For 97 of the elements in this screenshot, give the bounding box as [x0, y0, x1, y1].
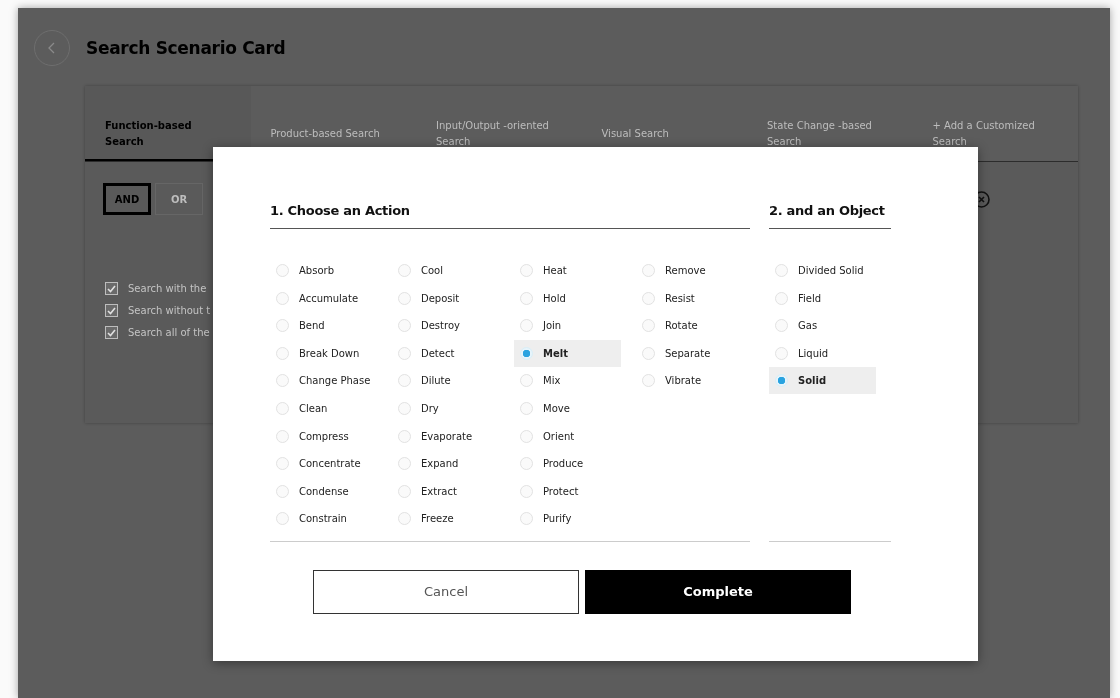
radio-icon — [775, 264, 788, 277]
radio-icon — [642, 264, 655, 277]
option-label: Search without t — [128, 305, 211, 316]
radio-option[interactable]: Mix — [514, 367, 621, 395]
radio-option[interactable]: Move — [514, 394, 621, 422]
radio-option[interactable]: Evaporate — [392, 422, 499, 450]
radio-option[interactable]: Orient — [514, 422, 621, 450]
radio-icon — [520, 319, 533, 333]
checkbox[interactable] — [105, 326, 118, 339]
radio-option[interactable]: Protect — [514, 477, 621, 505]
radio-icon — [520, 346, 533, 360]
radio-icon — [775, 374, 788, 388]
radio-option[interactable]: Dry — [392, 394, 499, 422]
radio-icon — [276, 346, 289, 360]
page-title: Search Scenario Card — [86, 38, 286, 58]
radio-option[interactable]: Gas — [769, 312, 876, 340]
radio-icon — [520, 512, 533, 526]
radio-option[interactable]: Destroy — [392, 312, 499, 340]
radio-icon — [276, 484, 289, 498]
radio-option[interactable]: Remove — [636, 257, 743, 284]
radio-icon — [398, 291, 411, 305]
radio-option[interactable]: Produce — [514, 450, 621, 478]
radio-icon — [276, 429, 289, 443]
radio-option[interactable]: Extract — [392, 477, 499, 505]
radio-option[interactable]: Join — [514, 312, 621, 340]
check-icon — [107, 328, 116, 337]
radio-option[interactable]: Constrain — [270, 505, 377, 533]
search-tab[interactable]: + Add a Customized Search — [912, 86, 1078, 161]
radio-option[interactable]: Detect — [392, 339, 499, 367]
radio-option[interactable]: Divided Solid — [769, 257, 876, 284]
radio-icon — [642, 374, 655, 388]
radio-option[interactable]: Heat — [514, 257, 621, 284]
logic-toggle-button[interactable]: OR — [155, 183, 203, 215]
radio-option[interactable]: Break Down — [270, 339, 377, 367]
radio-icon — [520, 484, 533, 498]
action-heading: 1. Choose an Action — [270, 203, 750, 229]
radio-option[interactable]: Hold — [514, 284, 621, 312]
radio-option[interactable]: Dilute — [392, 367, 499, 395]
cancel-button[interactable]: Cancel — [313, 569, 579, 614]
radio-icon — [276, 291, 289, 305]
radio-option[interactable]: Solid — [769, 367, 876, 395]
radio-option[interactable]: Freeze — [392, 505, 499, 533]
radio-icon — [276, 319, 289, 333]
option-label: Search all of the — [128, 327, 210, 338]
radio-icon — [775, 291, 788, 305]
radio-option[interactable]: Field — [769, 284, 876, 312]
radio-icon — [520, 264, 533, 277]
radio-option[interactable]: Accumulate — [270, 284, 377, 312]
radio-icon — [398, 512, 411, 526]
radio-icon — [276, 401, 289, 415]
radio-icon — [398, 319, 411, 333]
radio-icon — [398, 264, 411, 277]
radio-icon — [775, 346, 788, 360]
radio-icon — [276, 457, 289, 471]
radio-icon — [520, 401, 533, 415]
radio-icon — [642, 291, 655, 305]
radio-icon — [520, 457, 533, 471]
radio-option[interactable]: Cool — [392, 257, 499, 284]
radio-option[interactable]: Condense — [270, 477, 377, 505]
chevron-left-icon — [48, 42, 56, 54]
radio-icon — [398, 429, 411, 443]
radio-icon — [276, 374, 289, 388]
radio-option[interactable]: Deposit — [392, 284, 499, 312]
checkbox[interactable] — [105, 282, 118, 295]
radio-icon — [276, 512, 289, 526]
radio-option[interactable]: Expand — [392, 450, 499, 478]
complete-button[interactable]: Complete — [585, 569, 851, 614]
radio-icon — [398, 374, 411, 388]
radio-option[interactable]: Liquid — [769, 339, 876, 367]
radio-option[interactable]: Concentrate — [270, 450, 377, 478]
radio-icon — [398, 346, 411, 360]
radio-option[interactable]: Vibrate — [636, 367, 743, 395]
radio-option[interactable]: Compress — [270, 422, 377, 450]
radio-option[interactable]: Purify — [514, 505, 621, 533]
radio-icon — [398, 457, 411, 471]
radio-icon — [398, 401, 411, 415]
radio-option[interactable]: Clean — [270, 394, 377, 422]
radio-icon — [520, 374, 533, 388]
radio-option[interactable]: Melt — [514, 339, 621, 367]
radio-option[interactable]: Separate — [636, 339, 743, 367]
radio-icon — [520, 291, 533, 305]
radio-option[interactable]: Absorb — [270, 257, 377, 284]
radio-option[interactable]: Resist — [636, 284, 743, 312]
object-heading: 2. and an Object — [769, 203, 891, 229]
option-label: Search with the — [128, 283, 207, 294]
radio-icon — [520, 429, 533, 443]
radio-option[interactable]: Rotate — [636, 312, 743, 340]
check-icon — [107, 284, 116, 293]
radio-icon — [642, 319, 655, 333]
check-icon — [107, 306, 116, 315]
radio-option[interactable]: Bend — [270, 312, 377, 340]
radio-icon — [276, 264, 289, 277]
radio-icon — [398, 484, 411, 498]
radio-option[interactable]: Change Phase — [270, 367, 377, 395]
radio-icon — [775, 319, 788, 333]
radio-icon — [642, 346, 655, 360]
checkbox[interactable] — [105, 304, 118, 317]
